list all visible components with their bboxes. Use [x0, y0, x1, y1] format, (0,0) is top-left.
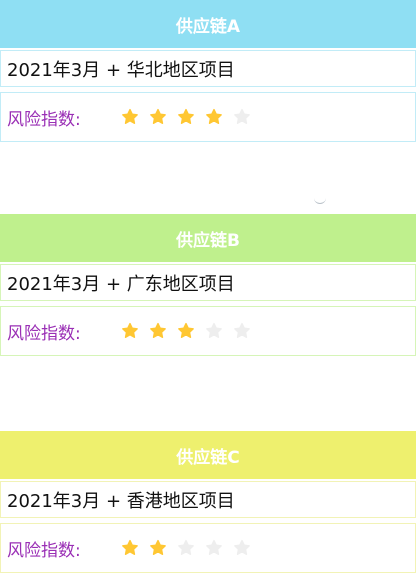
star-empty-icon [233, 539, 251, 557]
star-filled-icon [121, 539, 139, 557]
card-a-risk-label: 风险指数: [7, 109, 81, 130]
star-filled-icon [149, 108, 167, 126]
card-a-header: 供应链A [0, 0, 416, 48]
star-filled-icon [149, 322, 167, 340]
card-a-project-text: 2021年3月 + 华北地区项目 [7, 59, 235, 81]
card-c-title: 供应链C [176, 447, 240, 468]
card-b-risk-row: 风险指数: [0, 306, 416, 356]
card-a-risk-stars [121, 108, 261, 126]
supply-chain-card-a[interactable]: 供应链A 2021年3月 + 华北地区项目 风险指数: [0, 0, 416, 142]
card-b-title: 供应链B [176, 230, 240, 251]
card-c-risk-row: 风险指数: [0, 523, 416, 573]
card-b-project-row: 2021年3月 + 广东地区项目 [0, 264, 416, 301]
card-a-risk-row: 风险指数: [0, 92, 416, 142]
star-filled-icon [149, 539, 167, 557]
pull-indicator [314, 198, 326, 204]
supply-chain-card-c[interactable]: 供应链C 2021年3月 + 香港地区项目 风险指数: [0, 431, 416, 573]
star-filled-icon [121, 322, 139, 340]
card-a-project-row: 2021年3月 + 华北地区项目 [0, 50, 416, 87]
card-c-project-text: 2021年3月 + 香港地区项目 [7, 490, 235, 512]
card-b-risk-label: 风险指数: [7, 323, 81, 344]
star-empty-icon [205, 322, 223, 340]
star-filled-icon [205, 108, 223, 126]
star-empty-icon [205, 539, 223, 557]
card-a-title: 供应链A [175, 16, 241, 37]
card-b-header: 供应链B [0, 214, 416, 262]
star-empty-icon [233, 322, 251, 340]
star-filled-icon [177, 108, 195, 126]
card-b-project-text: 2021年3月 + 广东地区项目 [7, 273, 235, 295]
card-c-header: 供应链C [0, 431, 416, 479]
star-filled-icon [121, 108, 139, 126]
star-empty-icon [177, 539, 195, 557]
card-b-risk-stars [121, 322, 261, 340]
supply-chain-card-b[interactable]: 供应链B 2021年3月 + 广东地区项目 风险指数: [0, 214, 416, 356]
star-filled-icon [177, 322, 195, 340]
card-c-risk-label: 风险指数: [7, 540, 81, 561]
card-c-project-row: 2021年3月 + 香港地区项目 [0, 481, 416, 518]
star-empty-icon [233, 108, 251, 126]
card-c-risk-stars [121, 539, 261, 557]
